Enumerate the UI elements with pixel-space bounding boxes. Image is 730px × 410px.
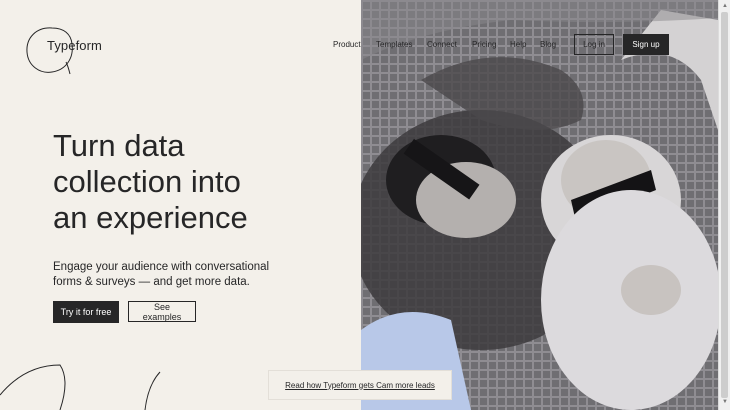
signup-button[interactable]: Sign up: [623, 34, 669, 55]
case-study-link[interactable]: Read how Typeform gets Cam more leads: [285, 381, 435, 390]
login-button[interactable]: Log in: [574, 34, 614, 55]
see-examples-button[interactable]: See examples: [128, 301, 196, 322]
hero-subtitle-line: forms & surveys — and get more data.: [53, 276, 250, 288]
hero-title-line: an experience: [53, 200, 248, 235]
hero-subtitle: Engage your audience with conversational…: [53, 260, 273, 290]
hero-title-line: collection into: [53, 164, 241, 199]
top-nav: Product Templates Connect Pricing Help B…: [0, 0, 730, 80]
page-scrollbar[interactable]: ▲ ▼: [718, 0, 730, 410]
nav-link-help[interactable]: Help: [510, 40, 526, 49]
nav-link-templates[interactable]: Templates: [376, 40, 412, 49]
hero-title-line: Turn data: [53, 128, 185, 163]
hero-title: Turn data collection into an experience: [53, 128, 353, 236]
try-free-button[interactable]: Try it for free: [53, 301, 119, 323]
nav-link-blog[interactable]: Blog: [540, 40, 556, 49]
case-study-banner: Read how Typeform gets Cam more leads: [268, 370, 452, 400]
nav-link-connect[interactable]: Connect: [427, 40, 457, 49]
scroll-thumb[interactable]: [721, 12, 728, 398]
nav-link-pricing[interactable]: Pricing: [472, 40, 496, 49]
scroll-up-arrow-icon[interactable]: ▲: [721, 2, 729, 10]
nav-link-product[interactable]: Product: [333, 40, 361, 49]
hero-subtitle-line: Engage your audience with conversational: [53, 261, 270, 273]
scroll-down-arrow-icon[interactable]: ▼: [721, 398, 729, 406]
